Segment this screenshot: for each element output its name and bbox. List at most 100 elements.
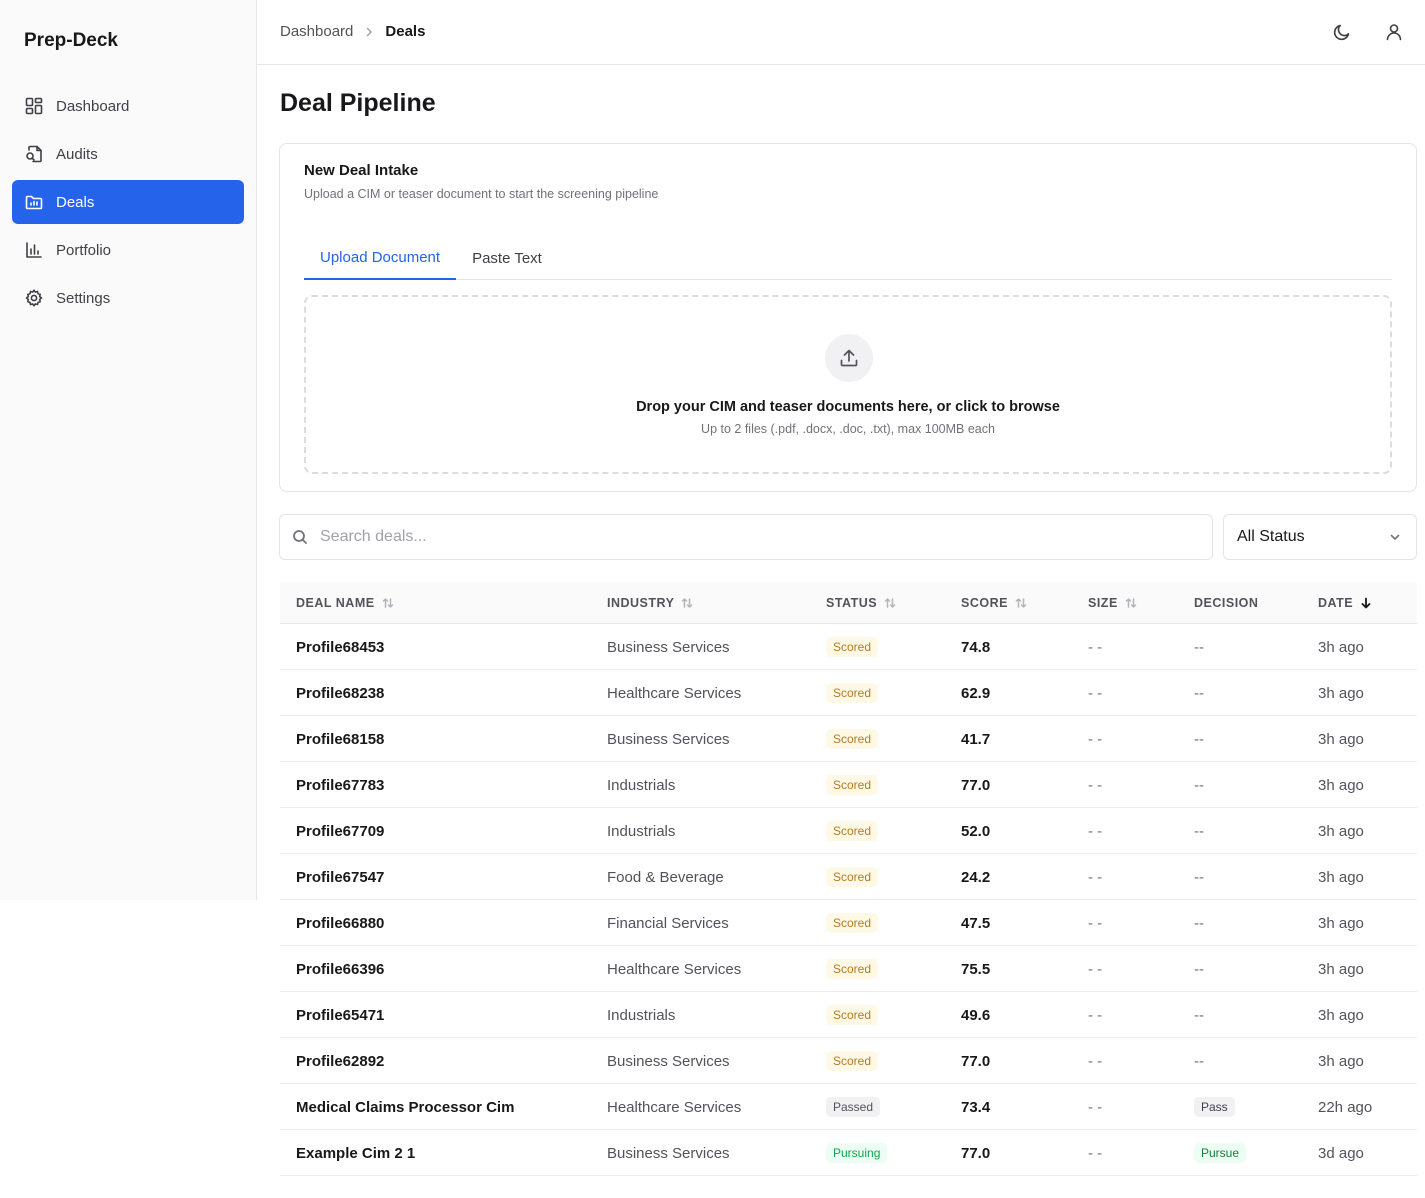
table-row[interactable]: Profile62892 Business Services Scored 77.0 -… <box>280 1038 1417 1084</box>
deal-size: - - <box>1088 1098 1103 1116</box>
deal-status: Scored <box>826 900 879 946</box>
tab-upload-document[interactable]: Upload Document <box>304 236 457 280</box>
sidebar-item-deals[interactable]: Deals <box>12 180 244 224</box>
sidebar-item-portfolio[interactable]: Portfolio <box>12 228 244 272</box>
theme-toggle-button[interactable] <box>1330 20 1354 44</box>
status-badge: Pursuing <box>826 1143 888 1163</box>
table-row[interactable]: Profile67709 Industrials Scored 52.0 - - -- 3h… <box>280 808 1417 854</box>
user-menu-button[interactable] <box>1382 20 1406 44</box>
deal-industry: Industrials <box>607 1006 676 1024</box>
table-row[interactable]: Example Cim 2 1 Business Services Pursuing… <box>280 1130 1417 1176</box>
deal-industry: Business Services <box>607 1144 730 1162</box>
file-dropzone[interactable]: Drop your CIM and teaser documents here,… <box>304 295 1392 474</box>
column-score[interactable]: SCORE <box>961 582 1028 624</box>
deal-name: Medical Claims Processor Cim <box>296 1098 515 1116</box>
column-industry[interactable]: INDUSTRY <box>607 582 694 624</box>
sidebar-item-settings[interactable]: Settings <box>12 276 244 320</box>
deal-size: - - <box>1088 684 1103 702</box>
status-badge: Scored <box>826 821 879 841</box>
deal-size: - - <box>1088 1006 1103 1024</box>
breadcrumb: Dashboard Deals <box>280 23 425 40</box>
intake-subtitle: Upload a CIM or teaser document to start… <box>304 187 659 201</box>
table-row[interactable]: Profile66396 Healthcare Services Scored 75.… <box>280 946 1417 992</box>
deal-name: Example Cim 2 1 <box>296 1144 416 1162</box>
deal-industry: Business Services <box>607 1052 730 1070</box>
table-row[interactable]: Medical Claims Processor Cim Healthcare S… <box>280 1084 1417 1130</box>
deal-score: 52.0 <box>961 822 991 840</box>
sort-icon <box>680 596 694 610</box>
deal-size: - - <box>1088 730 1103 748</box>
table-row[interactable]: Profile67783 Industrials Scored 77.0 - - -- 3h… <box>280 762 1417 808</box>
search-input[interactable] <box>320 517 1212 557</box>
deal-decision: -- <box>1194 638 1204 656</box>
deal-decision: -- <box>1194 960 1204 978</box>
deal-decision: Pursue <box>1194 1130 1247 1176</box>
sidebar-item-dashboard[interactable]: Dashboard <box>12 84 244 128</box>
deal-score: 41.7 <box>961 730 991 748</box>
deal-date: 3h ago <box>1318 868 1364 886</box>
deal-size: - - <box>1088 638 1103 656</box>
deal-date: 3h ago <box>1318 776 1364 794</box>
sort-icon <box>883 596 897 610</box>
sort-icon <box>1124 596 1138 610</box>
deal-score: 49.6 <box>961 1006 991 1024</box>
deal-date: 3h ago <box>1318 960 1364 978</box>
intake-title: New Deal Intake <box>304 162 419 179</box>
column-date[interactable]: DATE <box>1318 582 1373 624</box>
tab-paste-text[interactable]: Paste Text <box>456 236 558 280</box>
deal-decision: -- <box>1194 1052 1204 1070</box>
table-header: DEAL NAME INDUSTRY STATUS SCORE SIZE DEC… <box>280 582 1417 624</box>
status-badge: Scored <box>826 683 879 703</box>
sidebar-item-audits[interactable]: Audits <box>12 132 244 176</box>
table-row[interactable]: Profile68453 Business Services Scored 74.8 -… <box>280 624 1417 670</box>
bar-chart-icon <box>24 240 44 260</box>
deal-score: 77.0 <box>961 1052 991 1070</box>
deal-status: Scored <box>826 624 879 670</box>
column-size[interactable]: SIZE <box>1088 582 1138 624</box>
deal-name: Profile68453 <box>296 638 385 656</box>
status-badge: Scored <box>826 1005 879 1025</box>
deal-date: 3h ago <box>1318 822 1364 840</box>
decision-badge: Pass <box>1194 1097 1235 1117</box>
status-filter-select[interactable]: All Status <box>1223 514 1417 560</box>
deal-date: 22h ago <box>1318 1098 1373 1116</box>
status-badge: Scored <box>826 867 879 887</box>
dropzone-hint: Up to 2 files (.pdf, .docx, .doc, .txt),… <box>701 422 995 436</box>
deal-size: - - <box>1088 960 1103 978</box>
table-row[interactable]: Profile67547 Food & Beverage Scored 24.2 - -… <box>280 854 1417 900</box>
deal-date: 3h ago <box>1318 730 1364 748</box>
table-row[interactable]: Profile68238 Healthcare Services Scored 62.… <box>280 670 1417 716</box>
app-logo[interactable]: Prep-Deck <box>24 30 118 52</box>
deal-name: Profile65471 <box>296 1006 385 1024</box>
deal-name: Profile67783 <box>296 776 385 794</box>
deal-score: 77.0 <box>961 1144 991 1162</box>
upload-icon <box>825 334 873 382</box>
deal-size: - - <box>1088 868 1103 886</box>
moon-icon <box>1332 22 1352 42</box>
sidebar-item-label: Portfolio <box>56 241 112 259</box>
status-badge: Scored <box>826 775 879 795</box>
deal-name: Profile66880 <box>296 914 385 932</box>
table-row[interactable]: Profile66880 Financial Services Scored 47.5… <box>280 900 1417 946</box>
deal-name: Profile67547 <box>296 868 385 886</box>
column-deal-name[interactable]: DEAL NAME <box>296 582 395 624</box>
deal-name: Profile68158 <box>296 730 385 748</box>
deals-table: DEAL NAME INDUSTRY STATUS SCORE SIZE DEC… <box>280 582 1417 1176</box>
deal-size: - - <box>1088 1052 1103 1070</box>
deal-industry: Industrials <box>607 822 676 840</box>
deal-size: - - <box>1088 1144 1103 1162</box>
deal-industry: Business Services <box>607 730 730 748</box>
table-row[interactable]: Profile65471 Industrials Scored 49.6 - - -- 3h… <box>280 992 1417 1038</box>
sort-icon <box>381 596 395 610</box>
deal-name: Profile67709 <box>296 822 385 840</box>
search-icon <box>292 529 308 545</box>
status-badge: Scored <box>826 637 879 657</box>
folder-icon <box>24 192 44 212</box>
deal-status: Scored <box>826 946 879 992</box>
deal-status: Scored <box>826 670 879 716</box>
deal-status: Pursuing <box>826 1130 888 1176</box>
column-status[interactable]: STATUS <box>826 582 897 624</box>
new-deal-intake-card: New Deal Intake Upload a CIM or teaser d… <box>279 143 1417 492</box>
table-row[interactable]: Profile68158 Business Services Scored 41.7 -… <box>280 716 1417 762</box>
breadcrumb-dashboard[interactable]: Dashboard <box>280 23 353 40</box>
